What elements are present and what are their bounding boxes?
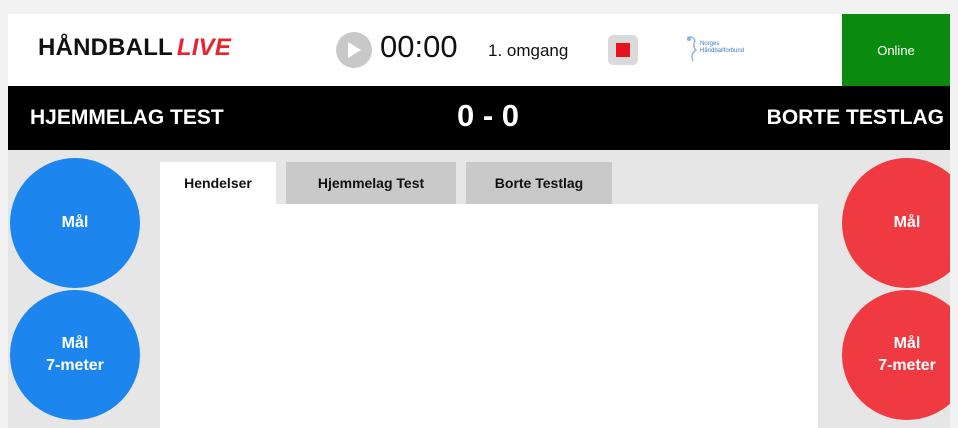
home-goal-label: Mål <box>61 214 89 231</box>
period-label: 1. omgang <box>488 41 569 60</box>
brand-text: HÅNDBALL <box>38 34 173 61</box>
stop-icon <box>616 43 630 57</box>
app-logo: HÅNDBALL LIVE <box>38 34 231 62</box>
away-penalty-goal-button[interactable]: Mål 7-meter <box>842 290 950 420</box>
away-team-name: BORTE TESTLAG <box>766 106 944 129</box>
tab-away-team[interactable]: Borte Testlag <box>466 162 612 204</box>
away-goal-label: Mål <box>893 214 921 231</box>
federation-logo-text: Norges Håndballforbund <box>700 41 745 54</box>
away-penalty-label-line2: 7-meter <box>878 357 936 374</box>
play-icon <box>348 42 361 58</box>
top-bar: HÅNDBALL LIVE 00:00 1. omgang Norges Håndb… <box>8 14 950 86</box>
home-penalty-label-line2: 7-meter <box>46 357 104 374</box>
away-penalty-label-line1: Mål <box>893 335 921 352</box>
home-goal-button[interactable]: Mål <box>10 158 140 288</box>
match-clock: 00:00 <box>380 29 458 64</box>
federation-logo-icon <box>686 36 698 62</box>
events-panel <box>160 204 818 428</box>
connection-status: Online <box>842 14 950 86</box>
score-bar: HJEMMELAG TEST 0 - 0 BORTE TESTLAG <box>8 86 950 150</box>
brand-live-text: LIVE <box>176 34 232 61</box>
tab-home-team[interactable]: Hjemmelag Test <box>286 162 456 204</box>
home-penalty-label-line1: Mål <box>61 335 89 352</box>
match-score: 0 - 0 <box>456 98 520 133</box>
tab-hendelser[interactable]: Hendelser <box>160 162 276 204</box>
away-goal-button[interactable]: Mål <box>842 158 950 288</box>
home-penalty-goal-button[interactable]: Mål 7-meter <box>10 290 140 420</box>
home-team-name: HJEMMELAG TEST <box>30 106 224 129</box>
federation-logo: Norges Håndballforbund <box>684 34 776 66</box>
play-button[interactable] <box>336 32 372 68</box>
app-frame: HÅNDBALL LIVE 00:00 1. omgang Norges Håndb… <box>8 14 950 428</box>
stop-button[interactable] <box>608 35 638 65</box>
